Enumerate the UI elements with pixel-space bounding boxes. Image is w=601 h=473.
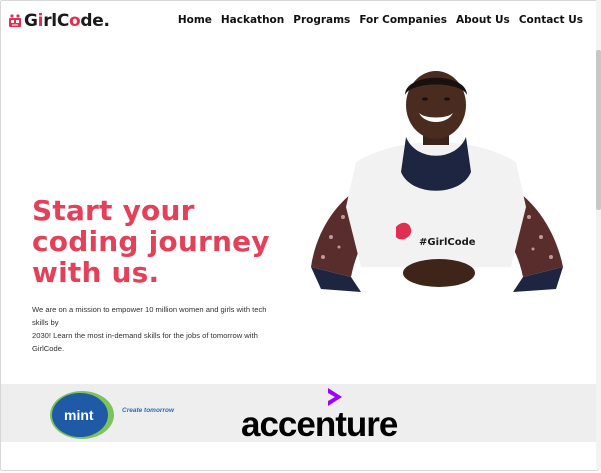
page-scrollbar[interactable] [596,0,601,469]
nav-about-us[interactable]: About Us [456,14,510,26]
accenture-logo[interactable]: accenture [241,405,398,445]
mint-logo[interactable]: mint [48,388,116,440]
top-navbar: GirlCode. Home Hackathon Programs For Co… [1,1,598,43]
page-frame: GirlCode. Home Hackathon Programs For Co… [0,0,599,471]
hero-description: We are on a mission to empower 10 millio… [32,305,267,353]
partner-logos-strip: mint Create tomorrow accenture [1,384,598,445]
nav-contact-us[interactable]: Contact Us [519,14,583,26]
mint-logo-text: mint [64,407,94,423]
hero-title: Start your coding journey with us. [32,194,270,289]
main-menu: Home Hackathon Programs For Companies Ab… [178,14,583,26]
shirt-text: #GirlCode [419,237,476,248]
nav-for-companies[interactable]: For Companies [359,14,447,26]
mint-tagline: Create tomorrow [122,407,175,414]
logo-text: GirlCode. [24,11,110,31]
nav-home[interactable]: Home [178,14,212,26]
girlcode-logo[interactable]: GirlCode. [8,10,110,32]
nav-hackathon[interactable]: Hackathon [221,14,284,26]
hero-photo: #GirlCode [301,67,571,299]
nav-programs[interactable]: Programs [293,14,350,26]
robot-icon [8,14,22,28]
scrollbar-thumb[interactable] [596,50,601,210]
